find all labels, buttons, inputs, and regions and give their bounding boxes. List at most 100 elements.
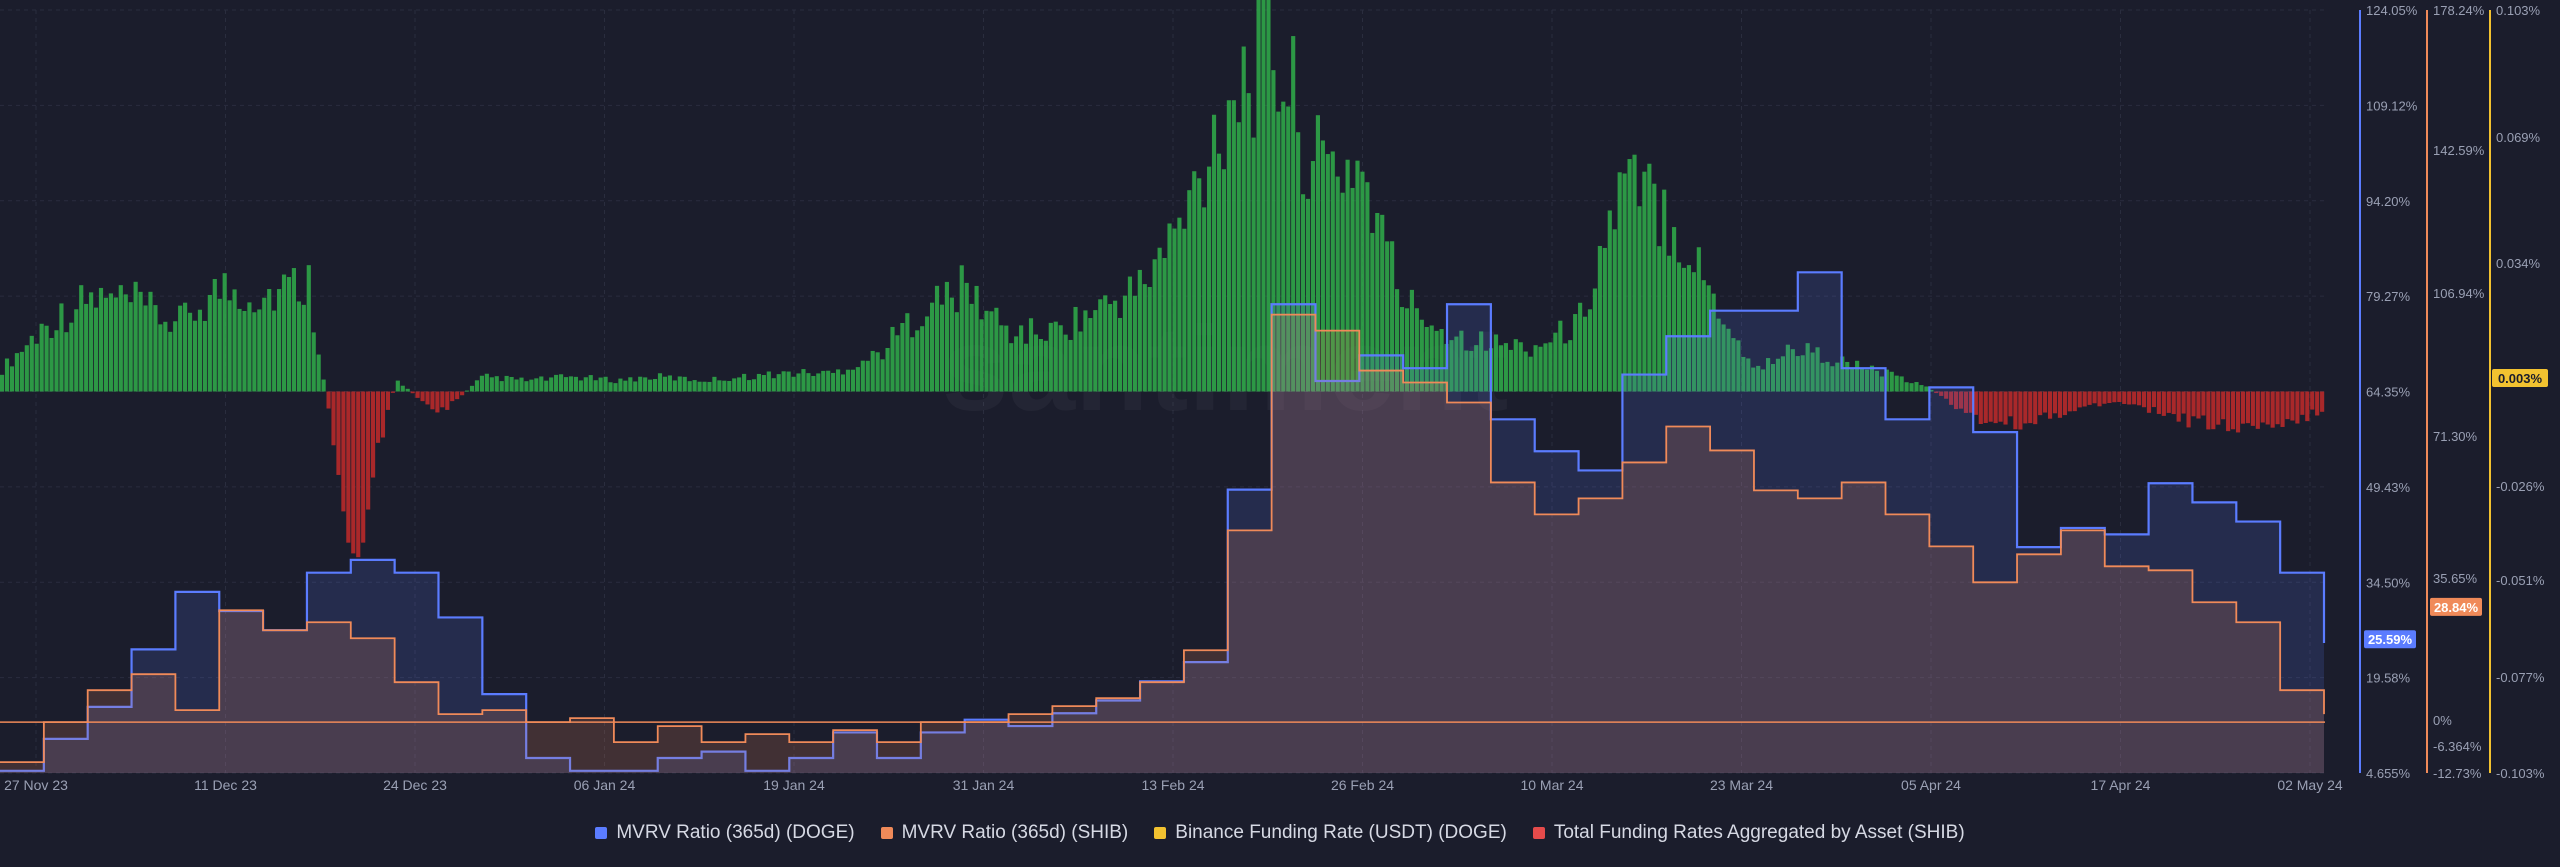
funding-bar (2092, 391, 2097, 404)
funding-bar (1117, 317, 1123, 392)
funding-bar (1543, 343, 1548, 392)
funding-bar (1093, 310, 1098, 392)
funding-bar (103, 297, 109, 392)
doge-axis-tick: 79.27% (2366, 289, 2411, 304)
funding-bar (2047, 391, 2053, 419)
legend-swatch-doge (595, 827, 608, 839)
funding-bar (648, 379, 653, 392)
funding-bar (2211, 391, 2216, 430)
funding-bar (356, 391, 361, 558)
funding-bar (2102, 391, 2107, 404)
funding-bar (440, 391, 445, 408)
funding-bar (1909, 383, 1914, 392)
funding-bar (2023, 391, 2028, 424)
funding-bar (2057, 391, 2063, 418)
funding-bar (880, 359, 885, 392)
funding-bar (816, 373, 821, 392)
funding-bar (217, 298, 222, 392)
funding-bar (153, 305, 158, 392)
funding-bar (445, 391, 450, 410)
funding-bar (1914, 382, 1919, 392)
funding-bar (845, 369, 851, 392)
funding-bar (2171, 391, 2176, 415)
funding-bar (519, 377, 524, 392)
funding-bar (959, 265, 964, 392)
legend-item-shib-mvrv[interactable]: MVRV Ratio (365d) (SHIB) (880, 822, 1128, 844)
shib-axis-tick: 142.59% (2433, 143, 2485, 158)
funding-bar (143, 305, 148, 392)
funding-bar (207, 294, 212, 392)
funding-bar (465, 390, 470, 392)
legend-item-binance-funding[interactable]: Binance Funding Rate (USDT) (DOGE) (1154, 822, 1507, 844)
funding-bar (1103, 295, 1108, 392)
funding-bar (840, 374, 846, 392)
funding-bar (534, 378, 539, 392)
funding-bar (850, 369, 855, 392)
x-tick-label: 19 Jan 24 (763, 777, 825, 793)
funding-bar (113, 297, 118, 392)
funding-bar (1894, 375, 1899, 392)
funding-bar (1216, 153, 1222, 392)
funding-bar (351, 391, 356, 554)
funding-bar (1137, 269, 1142, 392)
funding-bar (1182, 228, 1187, 392)
funding-axis-tick: 0.034% (2496, 256, 2541, 271)
funding-bar (222, 273, 227, 392)
funding-bar (14, 353, 19, 392)
funding-bar (277, 289, 282, 392)
funding-bar (1246, 93, 1251, 392)
x-tick-label: 10 Mar 24 (1520, 777, 1583, 793)
funding-bar (19, 351, 24, 392)
funding-bar (1019, 325, 1024, 392)
funding-bar (1899, 376, 1904, 392)
funding-bar (1622, 173, 1627, 392)
funding-bar (811, 375, 816, 392)
legend-item-total-funding[interactable]: Total Funding Rates Aggregated by Asset … (1532, 822, 1965, 844)
funding-bar (1113, 300, 1118, 392)
funding-bar (885, 347, 890, 392)
legend: MVRV Ratio (365d) (DOGE) MVRV Ratio (365… (0, 818, 2560, 848)
funding-bar (2146, 391, 2152, 413)
funding-bar (410, 391, 415, 394)
funding-bar (1236, 122, 1241, 392)
funding-bar (1533, 345, 1538, 392)
funding-bar (450, 391, 455, 402)
funding-bar (361, 391, 366, 543)
doge-axis-tick: 34.50% (2366, 575, 2411, 590)
funding-bar (742, 373, 747, 392)
funding-bar (761, 375, 766, 392)
funding-bar (1573, 314, 1578, 392)
funding-bar (727, 380, 732, 392)
funding-bar (2176, 391, 2181, 422)
funding-bar (895, 335, 900, 392)
legend-item-doge-mvrv[interactable]: MVRV Ratio (365d) (DOGE) (595, 822, 855, 844)
funding-bar (831, 372, 836, 392)
funding-axis-tick: -0.103% (2496, 766, 2545, 781)
funding-bar (1009, 343, 1014, 392)
funding-bar (2280, 391, 2285, 427)
funding-bar (702, 381, 707, 392)
funding-bar (1147, 286, 1152, 392)
x-tick-label: 31 Jan 24 (953, 777, 1015, 793)
funding-bar (242, 310, 247, 392)
funding-bar (1261, 0, 1266, 392)
funding-bar (667, 375, 672, 392)
x-tick-label: 27 Nov 23 (4, 777, 68, 793)
chart-svg[interactable]: santiment 27 Nov 2311 Dec 2324 Dec 2306 … (0, 0, 2560, 867)
funding-bar (247, 302, 252, 392)
funding-bar (187, 312, 193, 392)
shib-axis-tick: 0% (2433, 713, 2452, 728)
funding-bar (301, 304, 306, 392)
funding-bar (2043, 391, 2048, 413)
funding-bar (1508, 349, 1513, 392)
funding-bar (2062, 391, 2067, 416)
funding-bar (1028, 318, 1034, 392)
funding-bar (484, 373, 489, 392)
funding-bar (1167, 223, 1172, 392)
funding-bar (118, 285, 123, 392)
funding-bar (1063, 334, 1068, 392)
funding-bar (98, 287, 104, 392)
funding-bar (2151, 391, 2157, 408)
shib-axis-tick: -12.73% (2433, 766, 2482, 781)
funding-bar (1607, 210, 1612, 392)
